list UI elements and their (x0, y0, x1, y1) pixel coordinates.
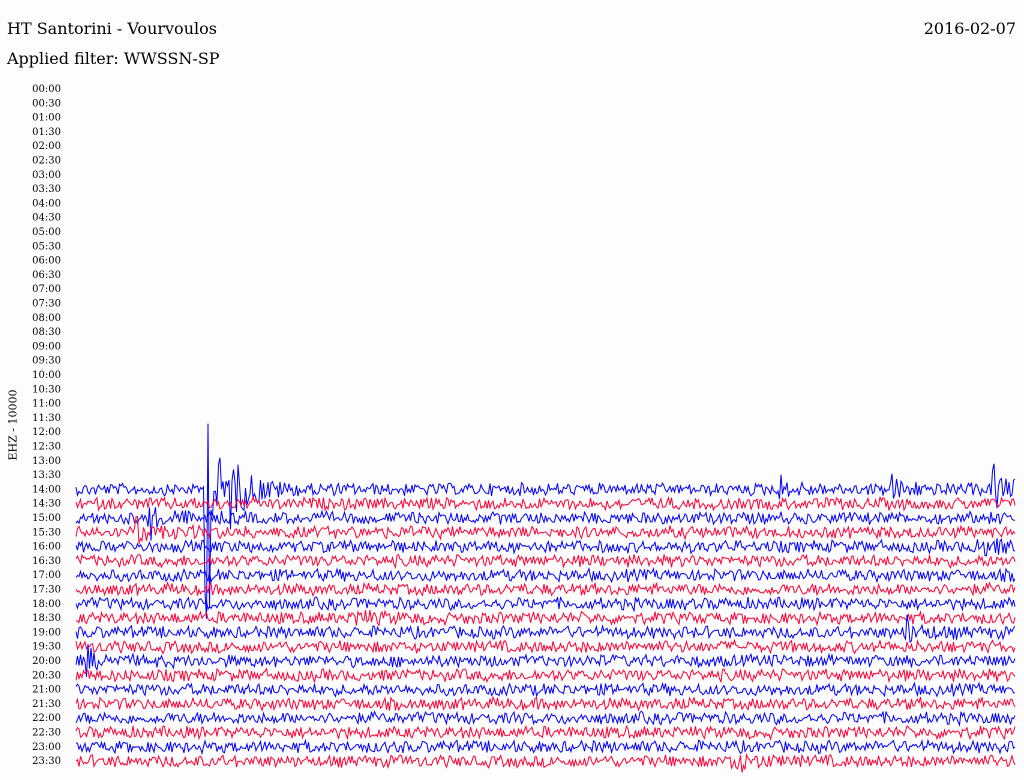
helicorder-plot: 00:00 00:30 01:00 01:30 02:00 02:30 03:00 03:30… (32, 84, 1016, 773)
trace-row (75, 538, 1016, 557)
time-tick-label: 05:00 (32, 227, 61, 238)
seismic-traces (75, 423, 1016, 773)
trace-row (75, 638, 1016, 655)
time-tick-label: 23:30 (32, 756, 61, 767)
time-tick-label: 08:30 (32, 327, 61, 338)
time-tick-label: 12:30 (32, 442, 61, 453)
trace-row (75, 667, 1016, 684)
time-tick-label: 02:00 (32, 141, 61, 152)
trace-row (75, 553, 1016, 569)
trace-row (75, 423, 1016, 619)
time-tick-label: 07:30 (32, 299, 61, 310)
trace-row (75, 515, 1016, 545)
time-tick-label: 03:00 (32, 170, 61, 181)
time-tick-label: 23:00 (32, 742, 61, 753)
trace-row (75, 752, 1016, 773)
time-tick-label: 19:30 (32, 642, 61, 653)
time-tick-label: 08:00 (32, 313, 61, 324)
time-tick-label: 09:30 (32, 356, 61, 367)
time-tick-label: 21:30 (32, 699, 61, 710)
time-tick-label: 13:00 (32, 456, 61, 467)
trace-row (75, 596, 1016, 613)
time-tick-label: 06:00 (32, 256, 61, 267)
time-tick-label: 10:30 (32, 384, 61, 395)
trace-row (75, 609, 1016, 627)
time-tick-label: 11:30 (32, 413, 61, 424)
trace-row (75, 710, 1016, 728)
time-tick-label: 05:30 (32, 241, 61, 252)
time-tick-label: 10:00 (32, 370, 61, 381)
time-tick-label: 14:00 (32, 484, 61, 495)
trace-row (75, 614, 1016, 644)
trace-row (75, 566, 1016, 584)
time-tick-label: 17:30 (32, 585, 61, 596)
time-tick-label: 01:30 (32, 127, 61, 138)
time-tick-label: 20:00 (32, 656, 61, 667)
time-tick-label: 11:00 (32, 399, 61, 410)
time-tick-label: 01:00 (32, 113, 61, 124)
time-tick-label: 17:00 (32, 570, 61, 581)
trace-row (75, 738, 1016, 756)
trace-row (75, 581, 1016, 598)
time-tick-label: 21:00 (32, 685, 61, 696)
trace-row (75, 507, 1016, 541)
time-tick-label: 12:00 (32, 427, 61, 438)
time-tick-label: 04:30 (32, 213, 61, 224)
time-tick-label: 03:30 (32, 184, 61, 195)
trace-row (75, 724, 1016, 741)
time-tick-label: 00:00 (32, 84, 61, 95)
time-tick-label: 00:30 (32, 98, 61, 109)
time-tick-label: 02:30 (32, 156, 61, 167)
time-tick-label: 15:00 (32, 513, 61, 524)
time-tick-label: 22:00 (32, 713, 61, 724)
time-tick-label: 19:00 (32, 627, 61, 638)
time-tick-label: 14:30 (32, 499, 61, 510)
time-tick-label: 13:30 (32, 470, 61, 481)
trace-row (75, 681, 1016, 698)
time-tick-label: 22:30 (32, 728, 61, 739)
time-tick-label: 06:30 (32, 270, 61, 281)
time-tick-label: 07:00 (32, 284, 61, 295)
time-tick-label: 09:00 (32, 341, 61, 352)
time-axis: 00:00 00:30 01:00 01:30 02:00 02:30 03:00 03:30… (32, 84, 61, 767)
time-tick-label: 15:30 (32, 527, 61, 538)
time-tick-label: 20:30 (32, 670, 61, 681)
time-tick-label: 18:30 (32, 613, 61, 624)
trace-row (75, 695, 1016, 713)
time-tick-label: 16:00 (32, 542, 61, 553)
time-tick-label: 18:00 (32, 599, 61, 610)
time-tick-label: 04:00 (32, 198, 61, 209)
time-tick-label: 16:30 (32, 556, 61, 567)
